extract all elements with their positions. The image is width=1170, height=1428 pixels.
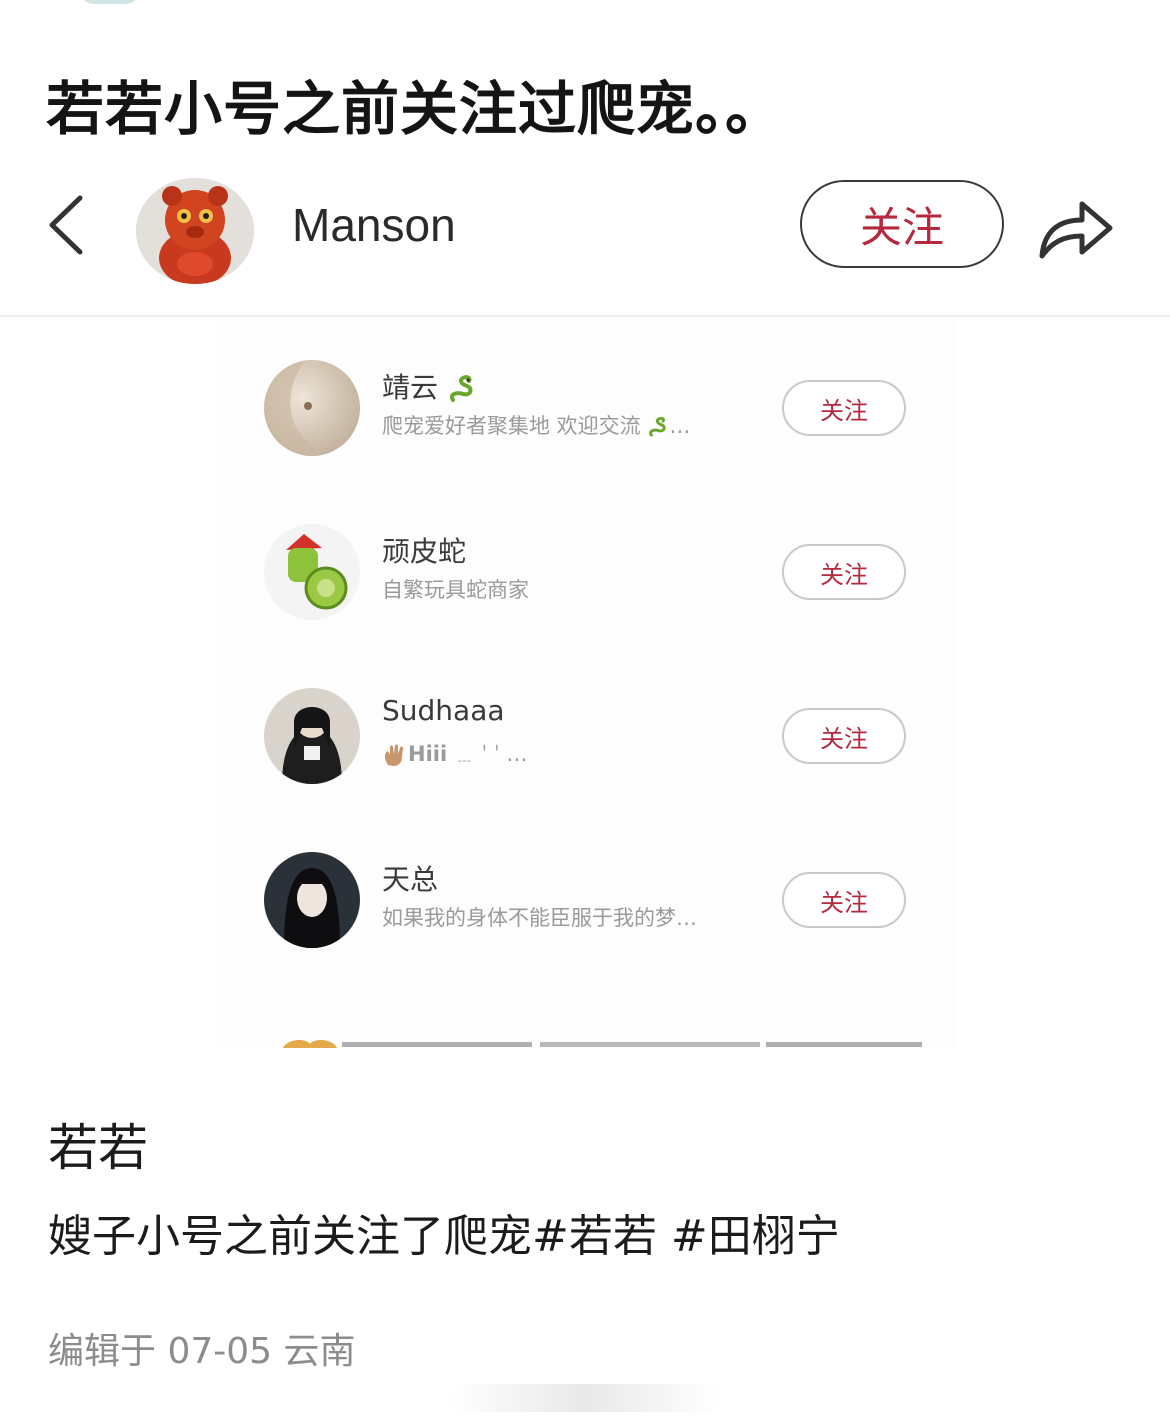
follow-button[interactable]: 关注 (800, 180, 1004, 268)
cutoff-list-item (283, 1040, 922, 1048)
share-arrow-icon[interactable] (1036, 192, 1116, 264)
ellipsis: … (669, 414, 691, 438)
teddy-bear-avatar-image (136, 178, 254, 284)
follow-button[interactable]: 关注 (782, 872, 906, 928)
person-avatar-image (264, 688, 360, 784)
chevron-left-icon[interactable] (44, 192, 90, 258)
user-name: 顽皮蛇 (382, 535, 467, 568)
post-body: 嫂子小号之前关注了爬宠#若若 #田栩宁 (48, 1211, 840, 1262)
list-item[interactable]: 顽皮蛇 自繁玩具蛇商家 关注 (216, 524, 956, 644)
user-name: 靖云 (382, 366, 477, 406)
post-meta: 编辑于 07-05 云南 (48, 1331, 356, 1372)
previous-avatar-edge (80, 0, 140, 4)
watermark-smudge (450, 1384, 720, 1412)
user-bio: 如果我的身体不能臣服于我的梦… (382, 906, 697, 930)
user-name: 天总 (382, 863, 439, 896)
user-bio: 爬宠爱好者聚集地 欢迎交流 … (382, 414, 691, 438)
avatar (264, 852, 360, 948)
list-item[interactable]: 天总 如果我的身体不能臣服于我的梦… 关注 (216, 852, 956, 972)
avatar-image (264, 360, 360, 456)
header-divider (0, 315, 1170, 317)
snake-logo-avatar-image (264, 524, 360, 620)
person-avatar-image (264, 852, 360, 948)
profile-name: Manson (292, 199, 456, 251)
profile-header: Manson 关注 (0, 178, 1170, 316)
follow-button[interactable]: 关注 (782, 544, 906, 600)
snake-emoji-icon (649, 416, 667, 437)
user-bio: 自繁玩具蛇商家 (382, 578, 529, 602)
list-item[interactable]: 靖云 爬宠爱好者聚集地 欢迎交流 … 关注 (216, 360, 956, 480)
post-author: 若若 (48, 1119, 148, 1177)
snake-emoji-icon (449, 375, 473, 402)
avatar (264, 688, 360, 784)
avatar (264, 360, 360, 456)
following-list: 靖云 爬宠爱好者聚集地 欢迎交流 … 关注 顽皮蛇 自繁玩具蛇商家 关注 Sud… (216, 318, 956, 1048)
follow-button[interactable]: 关注 (782, 380, 906, 436)
post-headline: 若若小号之前关注过爬宠。。 (46, 75, 785, 143)
list-item[interactable]: Sudhaaa Hiii ﹍ ˈ ˈ … 关注 (216, 688, 956, 808)
user-bio: Hiii ﹍ ˈ ˈ … (382, 738, 527, 768)
waving-hand-icon (385, 744, 403, 766)
user-name: Sudhaaa (382, 694, 505, 727)
avatar[interactable] (136, 178, 254, 284)
follow-button[interactable]: 关注 (782, 708, 906, 764)
post-page: 若若小号之前关注过爬宠。。 Manson 关注 靖云 爬宠爱好者聚集地 欢迎交流… (0, 0, 1170, 1428)
ellipsis: ﹍ ˈ ˈ … (447, 742, 528, 766)
avatar (264, 524, 360, 620)
